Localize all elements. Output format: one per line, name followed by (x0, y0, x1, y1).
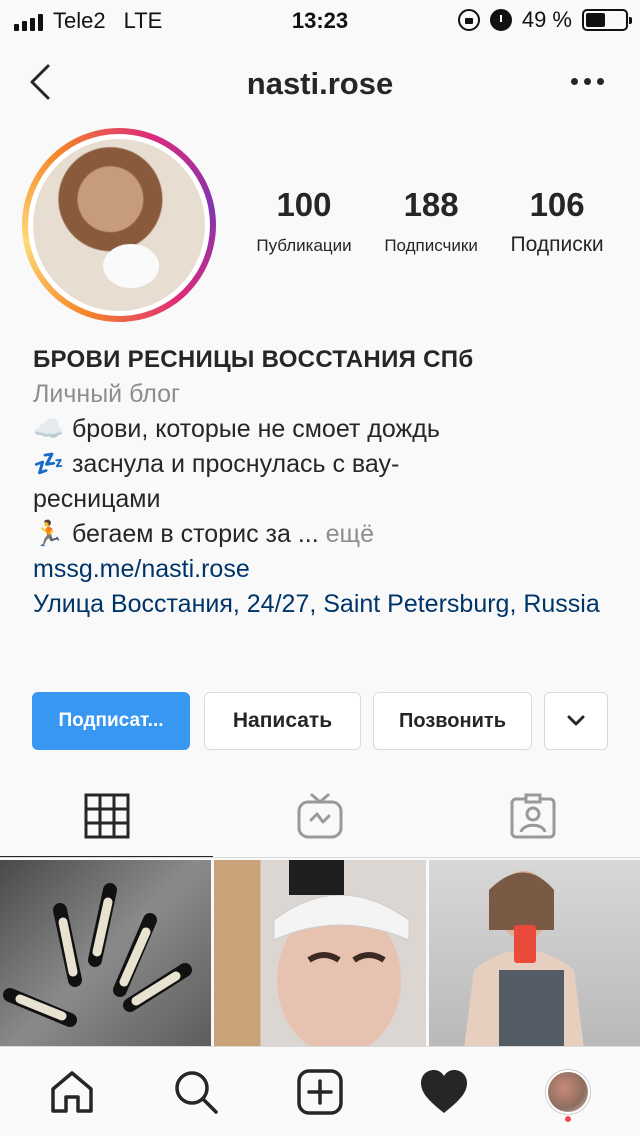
tab-grid[interactable] (0, 774, 214, 858)
follow-button[interactable]: Подписат... (32, 692, 190, 750)
post-thumbnail[interactable] (428, 860, 640, 1048)
stat-value: 106 (529, 186, 585, 223)
stat-label: Подписки (510, 233, 604, 256)
tagged-icon (510, 793, 556, 839)
profile-avatar (546, 1069, 590, 1114)
post-image (3, 883, 192, 1027)
message-button[interactable]: Написать (204, 692, 361, 750)
tabs-divider (0, 857, 640, 858)
grid-icon (84, 793, 130, 839)
activity-heart-icon (421, 1069, 467, 1113)
bio-line: 🏃 бегаем в сторис за ... ещё (33, 517, 623, 552)
home-tab[interactable] (40, 1060, 104, 1124)
orientation-lock-icon (457, 9, 480, 31)
bio-text: бегаем в сторис за ... (71, 520, 319, 548)
search-tab[interactable] (164, 1060, 228, 1124)
search-icon (175, 1070, 218, 1114)
post-image (463, 871, 584, 1048)
alarm-icon (489, 9, 512, 31)
post-thumbnail[interactable] (0, 860, 212, 1048)
bio-line: ☁️ брови, которые не смоет дождь (33, 412, 623, 447)
home-icon (51, 1070, 93, 1113)
post-thumbnail[interactable] (214, 860, 426, 1048)
add-post-icon (297, 1068, 343, 1115)
igtv-icon (297, 793, 343, 839)
post-image (273, 860, 410, 1048)
profile-tab[interactable] (536, 1060, 600, 1124)
profile-username: nasti.rose (246, 66, 394, 101)
more-options-button[interactable] (571, 78, 604, 85)
tab-igtv[interactable] (213, 774, 426, 858)
profile-category: Личный блог (33, 380, 181, 408)
profile-stats: 100 Публикации 188 Подписчики 106 Подпис… (240, 186, 620, 257)
profile-display-name: БРОВИ РЕСНИЦЫ ВОССТАНИЯ СПб (33, 346, 474, 373)
tab-tagged[interactable] (427, 774, 640, 858)
stat-label: Подписчики (384, 236, 478, 255)
call-button[interactable]: Позвонить (373, 692, 532, 750)
bottom-tab-bar (0, 1046, 640, 1136)
dot-icon (571, 78, 578, 85)
cloud-emoji-icon: ☁️ (33, 415, 65, 443)
profile-header-nav: nasti.rose (0, 48, 640, 118)
new-post-tab[interactable] (288, 1060, 352, 1124)
profile-tabs (0, 774, 640, 858)
bio-line: 💤 заснула и проснулась с вау- (33, 447, 623, 482)
bio-address-link[interactable]: Улица Восстания, 24/27, Saint Petersburg… (33, 587, 623, 622)
stat-value: 100 (276, 186, 332, 223)
bio-more-link[interactable]: ещё (326, 520, 374, 548)
bio-text: заснула и проснулась с вау- (71, 450, 400, 478)
dot-icon (584, 78, 591, 85)
stat-followers[interactable]: 188 Подписчики (384, 186, 478, 257)
battery-icon (582, 9, 632, 31)
dot-icon (597, 78, 604, 85)
activity-tab[interactable] (412, 1060, 476, 1124)
chevron-down-icon (567, 715, 585, 726)
profile-bio: БРОВИ РЕСНИЦЫ ВОССТАНИЯ СПб Личный блог … (33, 342, 623, 622)
status-bar: Tele2 LTE 13:23 49 % (0, 0, 640, 40)
notification-dot (565, 1115, 571, 1122)
profile-avatar-story-ring[interactable] (22, 128, 216, 322)
stat-value: 188 (403, 186, 459, 223)
profile-avatar (33, 139, 205, 311)
bio-website-link[interactable]: mssg.me/nasti.rose (33, 552, 623, 587)
profile-actions: Подписат... Написать Позвонить (32, 692, 608, 750)
bio-text: ресницами (33, 485, 161, 513)
stat-posts[interactable]: 100 Публикации (256, 186, 351, 257)
bio-text: брови, которые не смоет дождь (71, 415, 440, 443)
suggestions-dropdown-button[interactable] (544, 692, 608, 750)
runner-emoji-icon: 🏃 (33, 520, 65, 548)
sleep-emoji-icon: 💤 (33, 450, 65, 478)
posts-grid (0, 860, 640, 1048)
stat-following[interactable]: 106 Подписки (511, 186, 604, 257)
battery-percent: 49 % (521, 7, 572, 32)
stat-label: Публикации (256, 236, 352, 255)
